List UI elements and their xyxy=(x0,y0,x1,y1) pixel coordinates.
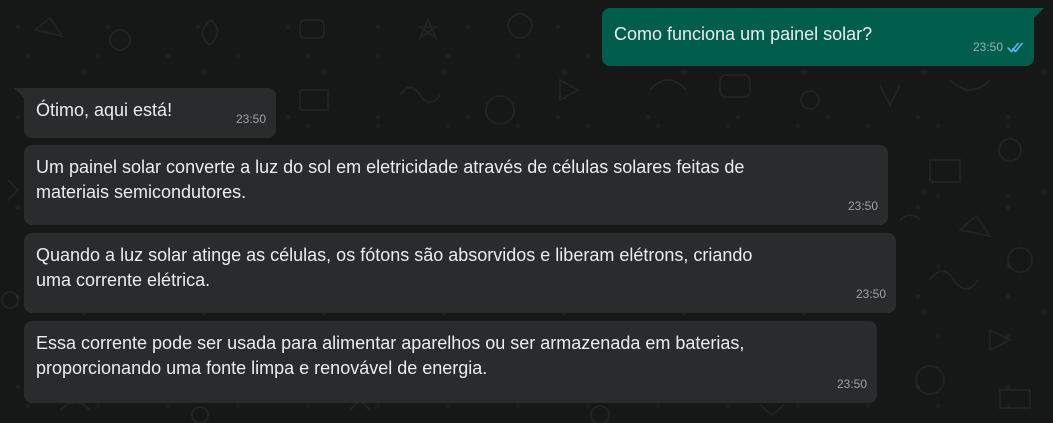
outgoing-message-bubble[interactable]: Como funciona um painel solar? 23:50 xyxy=(602,8,1034,66)
outgoing-message-meta: 23:50 xyxy=(973,35,1024,60)
incoming-message-text: Quando a luz solar atinge as células, os… xyxy=(36,245,753,290)
incoming-message-text: Um painel solar converte a luz do sol em… xyxy=(36,157,745,202)
incoming-message-time: 23:50 xyxy=(235,112,266,126)
incoming-message-meta: 23:50 xyxy=(837,372,867,397)
incoming-message-time: 23:50 xyxy=(847,199,878,213)
incoming-message-meta: 23:50 xyxy=(236,107,266,132)
incoming-message-meta: 23:50 xyxy=(848,194,878,219)
incoming-message-bubble[interactable]: Ótimo, aqui está! 23:50 xyxy=(24,88,276,138)
outgoing-message-text: Como funciona um painel solar? xyxy=(614,24,873,44)
incoming-message-text: Essa corrente pode ser usada para alimen… xyxy=(36,333,745,378)
incoming-message-time: 23:50 xyxy=(836,377,867,391)
incoming-message-bubble[interactable]: Um painel solar converte a luz do sol em… xyxy=(24,145,888,225)
double-check-read-icon xyxy=(1007,42,1023,53)
incoming-message-time: 23:50 xyxy=(855,287,886,301)
incoming-message-meta: 23:50 xyxy=(856,282,886,307)
outgoing-message-time: 23:50 xyxy=(972,40,1003,54)
outgoing-bubble-tail xyxy=(1034,8,1044,18)
incoming-message-text: Ótimo, aqui está! xyxy=(36,100,173,120)
incoming-message-bubble[interactable]: Quando a luz solar atinge as células, os… xyxy=(24,233,896,313)
incoming-message-bubble[interactable]: Essa corrente pode ser usada para alimen… xyxy=(24,321,877,403)
incoming-bubble-tail xyxy=(14,88,24,98)
